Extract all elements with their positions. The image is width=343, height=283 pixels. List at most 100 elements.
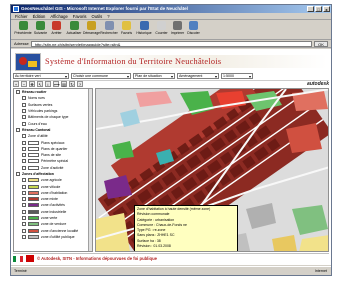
legend-label: Réseau routier bbox=[22, 90, 47, 95]
pan-icon[interactable]: ✥ bbox=[29, 81, 35, 87]
legend-checkbox[interactable] bbox=[22, 165, 26, 170]
legend-checkbox[interactable] bbox=[22, 96, 26, 101]
legend-label: zone mixte bbox=[41, 197, 58, 202]
legend-checkbox[interactable] bbox=[22, 190, 26, 195]
toolbar-home-button[interactable]: Démarrage bbox=[83, 21, 100, 39]
autodesk-logo: autodesk bbox=[307, 81, 329, 87]
toolbar-label: Imprimer bbox=[170, 31, 185, 35]
mail-icon bbox=[157, 21, 166, 30]
legend-checkbox[interactable] bbox=[22, 203, 26, 208]
legend-swatch bbox=[28, 146, 39, 151]
address-input[interactable]: http://sitn.ne.ch/sitn/servlet/mapguide?… bbox=[30, 40, 312, 47]
legend-checkbox[interactable] bbox=[22, 234, 26, 239]
legend-checkbox[interactable] bbox=[22, 222, 26, 227]
legend-swatch bbox=[28, 216, 39, 221]
toolbar-label: Arrêter bbox=[51, 31, 62, 35]
legend-checkbox[interactable] bbox=[16, 127, 20, 132]
menu-favorites[interactable]: Favoris bbox=[73, 13, 87, 19]
legend-label: Véhicules parkings bbox=[28, 109, 58, 114]
toolbar-favorites-button[interactable]: Favoris bbox=[119, 21, 134, 39]
legend-swatch bbox=[28, 234, 39, 239]
legend-label: zone industrielle bbox=[41, 209, 67, 214]
legend-swatch bbox=[28, 140, 39, 145]
legend-checkbox[interactable] bbox=[22, 115, 26, 120]
legend-checkbox[interactable] bbox=[22, 134, 26, 139]
toolbar-refresh-button[interactable]: Actualiser bbox=[65, 21, 83, 39]
legend-checkbox[interactable] bbox=[16, 172, 20, 176]
legend-label: Plans de site bbox=[41, 153, 62, 158]
legend-checkbox[interactable] bbox=[22, 197, 26, 202]
legend-label: zone d'ancienne localité bbox=[41, 228, 79, 233]
legend-checkbox[interactable] bbox=[22, 121, 26, 126]
legend-swatch bbox=[28, 228, 39, 233]
menu-tools[interactable]: Outils bbox=[92, 13, 103, 19]
legend-checkbox[interactable] bbox=[22, 216, 26, 221]
status-zone: Internet bbox=[314, 269, 327, 273]
legend-item[interactable]: zone d'utilité publique bbox=[14, 234, 92, 240]
plan-select[interactable]: Plan de situation bbox=[133, 72, 175, 79]
status-bar: Terminé Internet bbox=[11, 266, 331, 275]
legend-checkbox[interactable] bbox=[22, 178, 26, 183]
select-icon[interactable]: ↖ bbox=[37, 81, 43, 87]
toolbar-search-button[interactable]: Rechercher bbox=[100, 21, 118, 39]
maximize-button[interactable]: □ bbox=[315, 6, 322, 12]
menu-file[interactable]: Fichier bbox=[15, 13, 28, 19]
search-icon bbox=[104, 21, 114, 30]
sitn-logo bbox=[15, 53, 41, 71]
legend-label: Bâtiments de chaque type bbox=[28, 115, 69, 120]
map-view[interactable]: Zone d'habitation à haute densité (même … bbox=[95, 88, 329, 252]
measure-icon[interactable]: ⟷ bbox=[53, 81, 60, 87]
help-icon[interactable]: ? bbox=[77, 81, 83, 87]
legend-label: Zones d'affectation bbox=[22, 172, 54, 176]
toolbar-history-button[interactable]: Historique bbox=[135, 21, 153, 39]
toolbar-mail-button[interactable]: Courrier bbox=[154, 21, 169, 39]
toolbar-label: Discuter bbox=[187, 31, 200, 35]
toolbar-back-button[interactable]: Précédente bbox=[14, 21, 32, 39]
legend-checkbox[interactable] bbox=[22, 102, 26, 107]
close-button[interactable]: x bbox=[323, 6, 330, 12]
scale-select[interactable]: 1:5000 bbox=[221, 72, 253, 79]
refresh-map-icon[interactable]: ↻ bbox=[69, 81, 75, 87]
legend-checkbox[interactable] bbox=[22, 184, 26, 189]
menu-help[interactable]: ? bbox=[107, 13, 109, 19]
menu-bar: Fichier Édition Affichage Favoris Outils… bbox=[11, 13, 331, 20]
commune-select[interactable]: Choisir une commune bbox=[71, 72, 131, 79]
legend-checkbox[interactable] bbox=[22, 109, 26, 114]
toolbar-label: Démarrage bbox=[83, 31, 100, 35]
legend-checkbox[interactable] bbox=[22, 159, 26, 164]
legend-swatch bbox=[28, 190, 39, 195]
toolbar-forward-button[interactable]: Suivante bbox=[33, 21, 48, 39]
legend-label: Surfaces vertes bbox=[28, 102, 53, 107]
print-map-icon[interactable]: ▤ bbox=[61, 81, 67, 87]
legend-checkbox[interactable] bbox=[22, 153, 26, 158]
toolbar-print-button[interactable]: Imprimer bbox=[170, 21, 185, 39]
legend-checkbox[interactable] bbox=[22, 140, 26, 145]
legend-label: zone d'utilité publique bbox=[41, 234, 75, 239]
title-bar: GeosNeuchâtel GIS - Microsoft Internet E… bbox=[11, 5, 331, 13]
info-icon[interactable]: i bbox=[45, 81, 51, 87]
legend-checkbox[interactable] bbox=[22, 146, 26, 151]
legend-checkbox[interactable] bbox=[22, 209, 26, 214]
address-bar: Adresse http://sitn.ne.ch/sitn/servlet/m… bbox=[11, 40, 331, 48]
toolbar-discuss-button[interactable]: Discuter bbox=[186, 21, 201, 39]
zoom-in-icon[interactable]: + bbox=[13, 81, 19, 87]
zone-select[interactable]: Au territoire vert bbox=[13, 72, 69, 79]
toolbar-label: Actualiser bbox=[66, 31, 82, 35]
zoom-out-icon[interactable]: − bbox=[21, 81, 27, 87]
minimize-button[interactable]: _ bbox=[307, 6, 314, 12]
legend-checkbox[interactable] bbox=[22, 228, 26, 233]
toolbar-stop-button[interactable]: Arrêter bbox=[49, 21, 64, 39]
forward-icon bbox=[36, 21, 45, 30]
menu-edit[interactable]: Édition bbox=[33, 13, 46, 19]
legend-checkbox[interactable] bbox=[16, 90, 20, 95]
legend-scrollbar[interactable] bbox=[88, 89, 92, 251]
go-button[interactable]: OK bbox=[314, 40, 328, 47]
back-icon bbox=[18, 21, 28, 30]
legend-swatch bbox=[28, 184, 39, 189]
legend-label: Réseau Cantonal bbox=[22, 127, 51, 132]
theme-select[interactable]: Aménagement bbox=[177, 72, 219, 79]
menu-view[interactable]: Affichage bbox=[50, 13, 67, 19]
select-bar: Au territoire vert Choisir une commune P… bbox=[13, 72, 329, 79]
stop-icon bbox=[52, 21, 61, 30]
page-content: Système d'Information du Territoire Neuc… bbox=[11, 49, 331, 265]
